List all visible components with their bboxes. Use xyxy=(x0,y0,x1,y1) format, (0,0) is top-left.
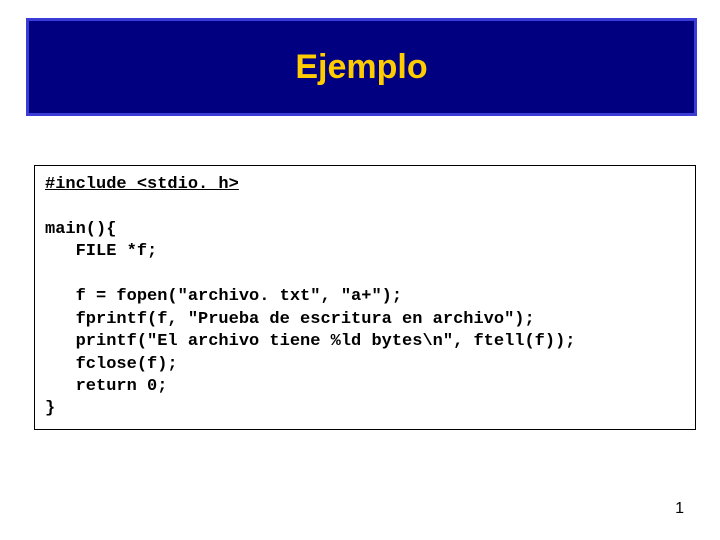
code-line: main(){ xyxy=(45,220,116,239)
code-line: fclose(f); xyxy=(45,355,178,374)
code-line: } xyxy=(45,399,55,418)
page-number: 1 xyxy=(675,500,684,518)
code-line: return 0; xyxy=(45,377,167,396)
title-banner: Ejemplo xyxy=(26,18,697,116)
slide-title: Ejemplo xyxy=(295,48,427,87)
code-line: f = fopen("archivo. txt", "a+"); xyxy=(45,287,402,306)
code-line: fprintf(f, "Prueba de escritura en archi… xyxy=(45,310,535,329)
code-block: #include <stdio. h> main(){ FILE *f; f =… xyxy=(34,165,696,430)
code-line: FILE *f; xyxy=(45,242,157,261)
code-line: printf("El archivo tiene %ld bytes\n", f… xyxy=(45,332,576,351)
code-include-line: #include <stdio. h> xyxy=(45,175,239,194)
